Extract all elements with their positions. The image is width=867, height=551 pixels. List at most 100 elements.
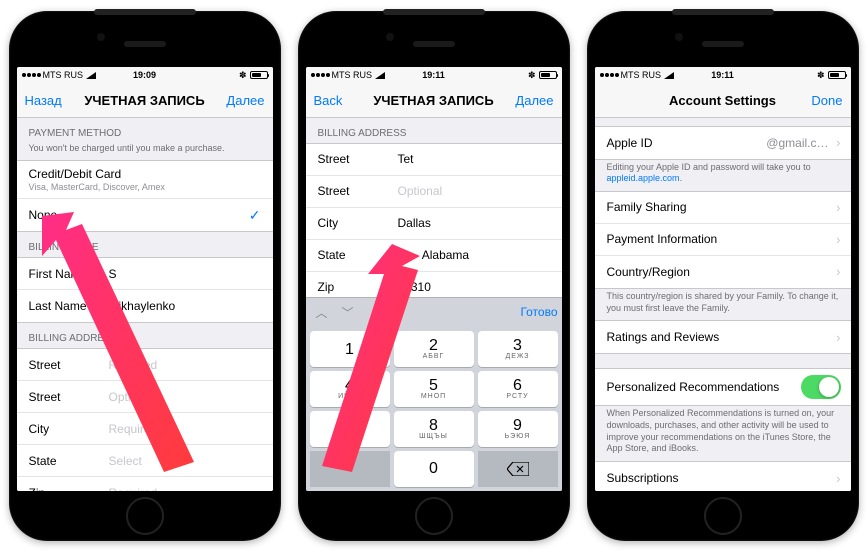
zip-row[interactable]: Zip 36310 xyxy=(306,272,562,297)
state-row[interactable]: State AL - Alabama xyxy=(306,240,562,272)
ratings-reviews-row[interactable]: Ratings and Reviews › xyxy=(595,321,851,353)
battery-icon xyxy=(539,71,557,79)
navbar: Account Settings Done xyxy=(595,84,851,118)
bluetooth-icon: ✽ xyxy=(817,70,825,81)
street2-label: Street xyxy=(318,184,398,198)
key-7[interactable]: 7ФХЦЧ xyxy=(310,411,390,447)
state-label: State xyxy=(318,248,398,262)
chevron-right-icon: › xyxy=(836,232,840,247)
page-title: УЧЕТНАЯ ЗАПИСЬ xyxy=(373,93,493,108)
signal-icon xyxy=(86,72,96,79)
personalized-recs-toggle[interactable] xyxy=(801,375,841,399)
phone-mockup-3: MTS RUS 19:11 ✽ Account Settings Done Ap… xyxy=(587,11,859,541)
keyboard-prev-icon[interactable]: ︿ xyxy=(316,304,328,321)
section-header-billing-addr: BILLING ADDRESS xyxy=(17,323,273,348)
city-placeholder: Required xyxy=(109,422,158,436)
street2-placeholder: Optional xyxy=(398,184,443,198)
key-backspace[interactable] xyxy=(478,451,558,487)
home-button[interactable] xyxy=(415,497,453,535)
statusbar: MTS RUS 19:11 ✽ xyxy=(306,67,562,84)
street-placeholder: Required xyxy=(109,358,158,372)
personalized-recs-row[interactable]: Personalized Recommendations xyxy=(595,369,851,405)
street2-placeholder: Optional xyxy=(109,390,154,404)
key-5[interactable]: 5МНОП xyxy=(394,371,474,407)
clock: 19:11 xyxy=(711,70,734,80)
next-button[interactable]: Далее xyxy=(226,93,264,108)
key-3[interactable]: 3ДЕЖЗ xyxy=(478,331,558,367)
country-region-row[interactable]: Country/Region › xyxy=(595,256,851,288)
street2-row[interactable]: Street Optional xyxy=(306,176,562,208)
battery-icon xyxy=(828,71,846,79)
last-name-row[interactable]: Last Name Mikhaylenko xyxy=(17,290,273,322)
payment-info-label: Payment Information xyxy=(607,232,839,246)
state-placeholder: Select xyxy=(109,454,142,468)
section-header-billing-addr: BILLING ADDRESS xyxy=(306,118,562,143)
section-header-billing-name: BILLING NAME xyxy=(17,232,273,257)
key-1[interactable]: 1 xyxy=(310,331,390,367)
done-button[interactable]: Done xyxy=(811,93,842,108)
next-button[interactable]: Далее xyxy=(515,93,553,108)
back-button[interactable]: Back xyxy=(314,93,343,108)
first-name-value: S xyxy=(109,267,117,281)
city-row[interactable]: City Required xyxy=(17,413,273,445)
street-value: Tet xyxy=(398,152,414,166)
numeric-keypad: 1 2АБВГ 3ДЕЖЗ 4ИЙКЛ 5МНОП 6РСТУ 7ФХЦЧ 8Ш… xyxy=(306,327,562,491)
payment-card-row[interactable]: Credit/Debit Card Visa, MasterCard, Disc… xyxy=(17,161,273,199)
battery-icon xyxy=(250,71,268,79)
backspace-icon xyxy=(507,462,529,476)
chevron-right-icon: › xyxy=(836,200,840,215)
last-name-value: Mikhaylenko xyxy=(109,299,176,313)
signal-dots-icon xyxy=(600,73,619,77)
none-label: None xyxy=(29,208,261,222)
key-8[interactable]: 8ШЩЪЫ xyxy=(394,411,474,447)
city-row[interactable]: City Dallas xyxy=(306,208,562,240)
payment-info-row[interactable]: Payment Information › xyxy=(595,224,851,256)
key-6[interactable]: 6РСТУ xyxy=(478,371,558,407)
clock: 19:09 xyxy=(133,70,156,80)
section-header-payment: PAYMENT METHOD xyxy=(17,118,273,143)
zip-value: 36310 xyxy=(398,280,431,294)
street-row[interactable]: Street Required xyxy=(17,349,273,381)
keyboard-done-button[interactable]: Готово xyxy=(520,305,557,319)
country-region-label: Country/Region xyxy=(607,265,839,279)
key-4[interactable]: 4ИЙКЛ xyxy=(310,371,390,407)
family-sharing-row[interactable]: Family Sharing › xyxy=(595,192,851,224)
family-sharing-label: Family Sharing xyxy=(607,200,839,214)
street-label: Street xyxy=(318,152,398,166)
zip-row[interactable]: Zip Required xyxy=(17,477,273,490)
bluetooth-icon: ✽ xyxy=(239,70,247,81)
street2-row[interactable]: Street Optional xyxy=(17,381,273,413)
payment-none-row[interactable]: None ✓ xyxy=(17,199,273,231)
subscriptions-row[interactable]: Subscriptions › xyxy=(595,462,851,491)
checkmark-icon: ✓ xyxy=(249,207,261,224)
subscriptions-label: Subscriptions xyxy=(607,471,839,485)
zip-label: Zip xyxy=(29,486,109,491)
carrier-label: MTS RUS xyxy=(332,70,373,80)
statusbar: MTS RUS 19:09 ✽ xyxy=(17,67,273,84)
keyboard-toolbar: ︿ ﹀ Готово xyxy=(306,297,562,327)
appleid-link[interactable]: appleid.apple.com xyxy=(607,173,680,183)
signal-icon xyxy=(664,72,674,79)
state-value: AL - Alabama xyxy=(398,248,470,262)
first-name-label: First Name xyxy=(29,267,109,281)
chevron-right-icon: › xyxy=(836,330,840,345)
key-0[interactable]: 0 xyxy=(394,451,474,487)
city-label: City xyxy=(29,422,109,436)
state-row[interactable]: State Select xyxy=(17,445,273,477)
bluetooth-icon: ✽ xyxy=(528,70,536,81)
apple-id-sub: Editing your Apple ID and password will … xyxy=(595,160,851,191)
first-name-row[interactable]: First Name S xyxy=(17,258,273,290)
back-button[interactable]: Назад xyxy=(25,93,62,108)
apple-id-row[interactable]: Apple ID @gmail.c… › xyxy=(595,127,851,159)
clock: 19:11 xyxy=(422,70,445,80)
state-label: State xyxy=(29,454,109,468)
key-9[interactable]: 9ЬЭЮЯ xyxy=(478,411,558,447)
signal-dots-icon xyxy=(311,73,330,77)
home-button[interactable] xyxy=(126,497,164,535)
key-2[interactable]: 2АБВГ xyxy=(394,331,474,367)
apple-id-value: @gmail.c… xyxy=(766,136,828,150)
keyboard-next-icon[interactable]: ﹀ xyxy=(342,304,354,321)
zip-label: Zip xyxy=(318,280,398,294)
street-row[interactable]: Street Tet xyxy=(306,144,562,176)
home-button[interactable] xyxy=(704,497,742,535)
